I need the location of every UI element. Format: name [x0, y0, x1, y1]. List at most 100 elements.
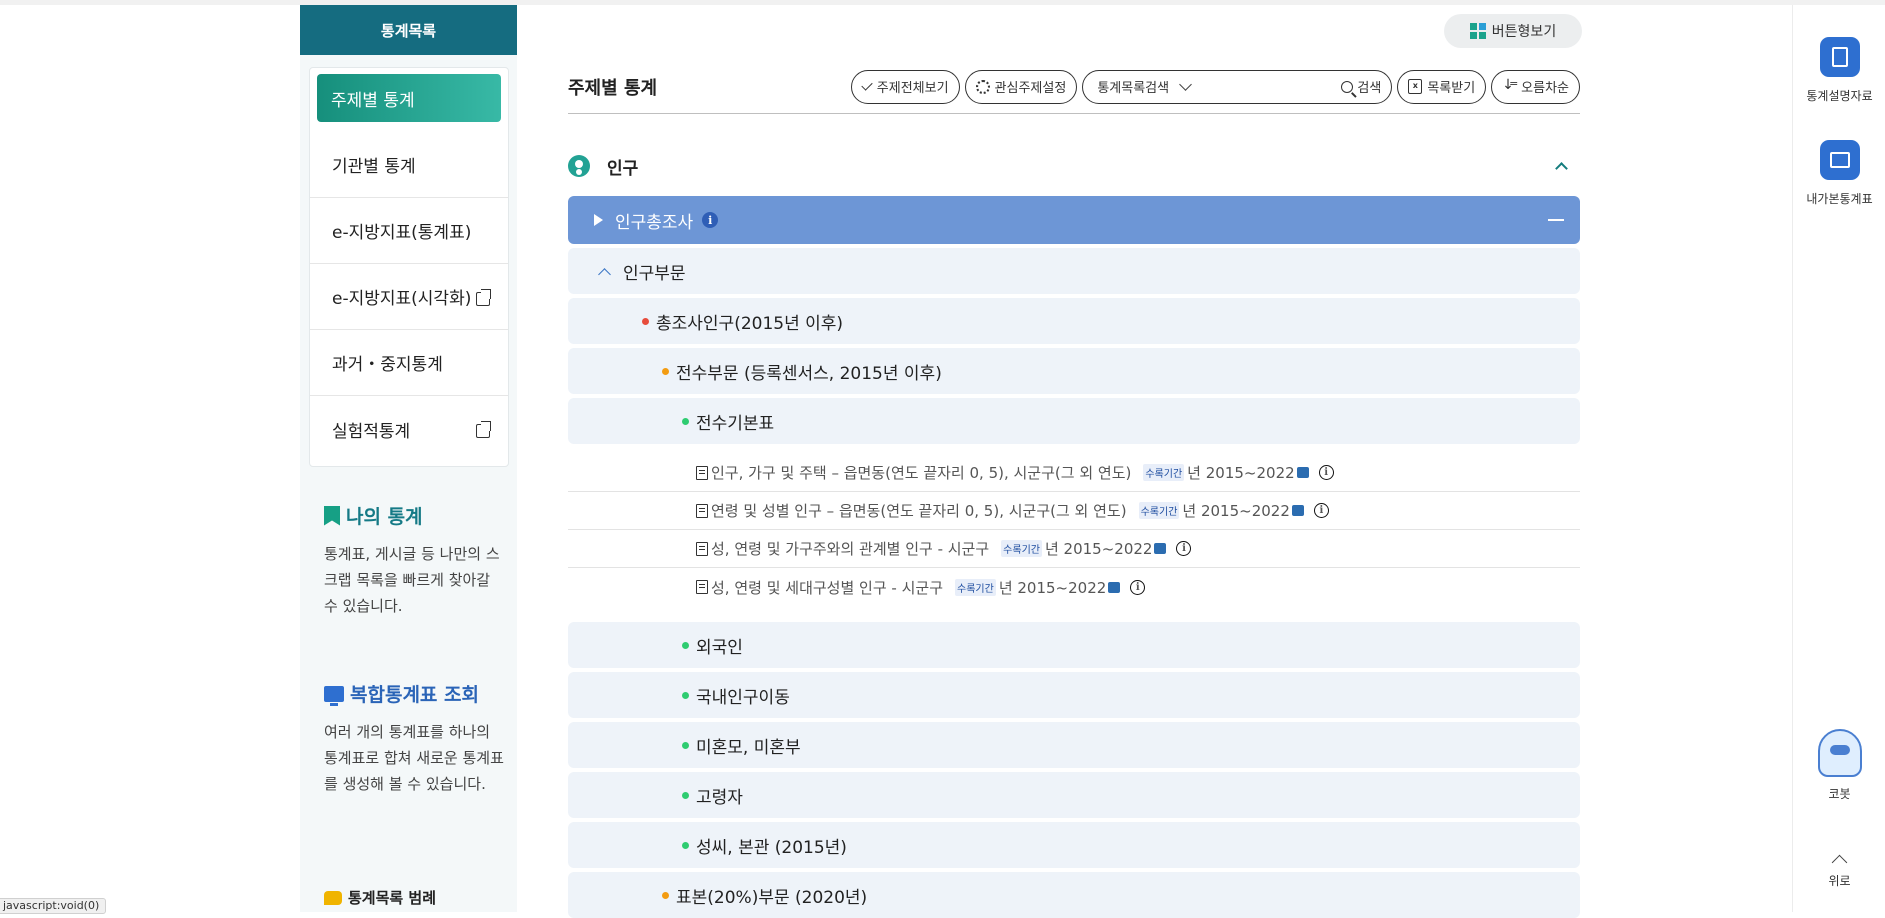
sort-label: 오름차순 — [1521, 81, 1569, 96]
composite-link[interactable]: 복합통계표 조회 — [324, 680, 504, 707]
tool-buttons: 주제전체보기 관심주제설정 통계목록검색 검색 x 목록받기 오름차순 — [850, 69, 1580, 104]
info-icon[interactable]: i — [1130, 579, 1146, 595]
monitor-icon — [324, 685, 344, 706]
collapse-icon[interactable] — [1548, 219, 1564, 221]
green-dot-icon — [682, 741, 689, 749]
external-link-icon — [476, 288, 492, 306]
total-label: 총조사인구(2015년 이후) — [656, 313, 844, 334]
green-dot-icon — [682, 841, 689, 849]
row-full[interactable]: 전수부문 (등록센서스, 2015년 이후) — [568, 348, 1580, 394]
population-label: 인구부문 — [623, 263, 686, 284]
document-icon — [696, 465, 708, 480]
legend-label: 통계목록 범례 — [348, 889, 437, 907]
rail-robot-label: 코봇 — [1828, 787, 1851, 801]
nav-item-past[interactable]: 과거・중지통계 — [310, 330, 508, 396]
table-row[interactable]: 연령 및 성별 인구 – 읍면동(연도 끝자리 0, 5), 시군구(그 외 연… — [568, 492, 1580, 530]
green-dot-icon — [682, 417, 689, 425]
my-stats-link[interactable]: 나의 통계 — [324, 502, 504, 529]
calendar-icon — [1291, 505, 1304, 516]
legend-link[interactable]: 통계목록 범례 — [324, 887, 436, 908]
row-census[interactable]: 인구총조사 i — [568, 196, 1580, 244]
composite-promo: 복합통계표 조회 여러 개의 통계표를 하나의 통계표로 합쳐 새로운 통계표를… — [324, 680, 504, 797]
composite-title: 복합통계표 조회 — [350, 684, 479, 706]
search-select-label: 통계목록검색 — [1097, 81, 1170, 96]
green-dot-icon — [682, 691, 689, 699]
button-view-toggle[interactable]: 버튼형보기 — [1444, 14, 1582, 48]
table-title[interactable]: 성, 연령 및 가구주와의 관계별 인구 - 시군구 — [711, 538, 989, 559]
info-icon[interactable]: i — [1318, 465, 1334, 480]
nav-item-local-visual[interactable]: e-지방지표(시각화) — [310, 264, 508, 330]
rail-mytables-label: 내가본통계표 — [1806, 192, 1873, 206]
table-row[interactable]: 성, 연령 및 세대구성별 인구 - 시군구 수록기간 년 2015~2022 … — [568, 568, 1580, 606]
table-row[interactable]: 성, 연령 및 가구주와의 관계별 인구 - 시군구 수록기간 년 2015~2… — [568, 530, 1580, 568]
row-foreigner[interactable]: 외국인 — [568, 622, 1580, 668]
nav-item-label: 과거・중지통계 — [332, 355, 443, 375]
view-all-button[interactable]: 주제전체보기 — [850, 69, 960, 104]
table-period: 년 2015~2022 — [998, 578, 1107, 597]
grid-icon — [1469, 23, 1486, 39]
chevron-up-icon — [1831, 854, 1848, 871]
my-stats-desc: 통계표, 게시글 등 나만의 스크랩 목록을 빠르게 찾아갈 수 있습니다. — [324, 545, 500, 615]
nav-item-label: 실험적통계 — [332, 421, 411, 442]
nav-item-agency[interactable]: 기관별 통계 — [310, 132, 508, 198]
rail-robot[interactable]: 코봇 — [1793, 729, 1885, 802]
triangle-right-icon — [594, 214, 603, 226]
rail-docs-label: 통계설명자료 — [1806, 89, 1873, 103]
calendar-icon — [1154, 543, 1167, 554]
nav-header[interactable]: 통계목록 — [300, 5, 517, 55]
check-icon — [861, 78, 873, 91]
chevron-up-icon — [598, 267, 611, 281]
category-label: 미혼모, 미혼부 — [696, 737, 801, 758]
table-list: 인구, 가구 및 주택 – 읍면동(연도 끝자리 0, 5), 시군구(그 외 … — [568, 454, 1580, 606]
sort-button[interactable]: 오름차순 — [1491, 69, 1580, 104]
row-basic[interactable]: 전수기본표 — [568, 398, 1580, 444]
gear-icon — [975, 79, 990, 94]
rail-mytables[interactable]: 내가본통계표 — [1793, 140, 1885, 207]
row-total[interactable]: 총조사인구(2015년 이후) — [568, 298, 1580, 344]
table-title[interactable]: 연령 및 성별 인구 – 읍면동(연도 끝자리 0, 5), 시군구(그 외 연… — [711, 500, 1127, 521]
row-elderly[interactable]: 고령자 — [568, 772, 1580, 818]
document-icon — [696, 580, 708, 594]
nav-item-subject[interactable]: 주제별 통계 — [317, 74, 501, 122]
chevron-down-icon — [1179, 77, 1192, 91]
info-icon[interactable]: i — [1313, 503, 1329, 518]
category-label: 외국인 — [696, 637, 743, 658]
green-dot-icon — [682, 641, 689, 649]
nav-item-local-table[interactable]: e-지방지표(통계표) — [310, 198, 508, 264]
full-label: 전수부문 (등록센서스, 2015년 이후) — [676, 363, 942, 384]
nav-item-label: e-지방지표(시각화) — [332, 289, 472, 309]
table-title[interactable]: 성, 연령 및 세대구성별 인구 - 시군구 — [711, 577, 943, 598]
view-all-label: 주제전체보기 — [876, 81, 949, 96]
interest-button[interactable]: 관심주제설정 — [964, 69, 1078, 104]
download-label: 목록받기 — [1427, 81, 1476, 96]
table-title[interactable]: 인구, 가구 및 주택 – 읍면동(연도 끝자리 0, 5), 시군구(그 외 … — [711, 462, 1131, 483]
my-stats-promo: 나의 통계 통계표, 게시글 등 나만의 스크랩 목록을 빠르게 찾아갈 수 있… — [324, 502, 504, 619]
toolbar: 주제별 통계 주제전체보기 관심주제설정 통계목록검색 검색 x 목록받기 오름차… — [568, 60, 1580, 114]
bookmark-icon — [324, 505, 340, 526]
composite-desc: 여러 개의 통계표를 하나의 통계표로 합쳐 새로운 통계표를 생성해 볼 수 … — [324, 723, 504, 793]
excel-icon: x — [1408, 79, 1423, 94]
rail-top[interactable]: 위로 — [1793, 854, 1885, 889]
table-period: 년 2015~2022 — [1182, 502, 1290, 520]
info-icon[interactable]: i — [1176, 541, 1192, 556]
nav-item-experimental[interactable]: 실험적통계 — [310, 396, 508, 462]
section-header[interactable]: 인구 — [568, 136, 1580, 196]
info-icon[interactable]: i — [702, 212, 719, 228]
chevron-up-icon[interactable] — [1555, 161, 1568, 175]
green-dot-icon — [682, 791, 689, 799]
main-content: 주제별 통계 주제전체보기 관심주제설정 통계목록검색 검색 x 목록받기 오름차… — [568, 60, 1580, 918]
table-period: 년 2015~2022 — [1044, 540, 1153, 558]
row-population[interactable]: 인구부문 — [568, 248, 1580, 294]
table-row[interactable]: 인구, 가구 및 주택 – 읍면동(연도 끝자리 0, 5), 시군구(그 외 … — [568, 454, 1580, 492]
table-period: 년 2015~2022 — [1187, 464, 1295, 482]
external-link-icon — [476, 421, 492, 438]
download-button[interactable]: x 목록받기 — [1397, 69, 1487, 104]
row-sample[interactable]: 표본(20%)부문 (2020년) — [568, 872, 1580, 918]
section-title: 인구 — [607, 158, 639, 179]
row-migration[interactable]: 국내인구이동 — [568, 672, 1580, 718]
row-single-parent[interactable]: 미혼모, 미혼부 — [568, 722, 1580, 768]
search-select[interactable]: 통계목록검색 — [1097, 77, 1257, 96]
row-surname[interactable]: 성씨, 본관 (2015년) — [568, 822, 1580, 868]
rail-docs[interactable]: 통계설명자료 — [1793, 37, 1885, 104]
search-button[interactable]: 검색 — [1341, 77, 1381, 96]
